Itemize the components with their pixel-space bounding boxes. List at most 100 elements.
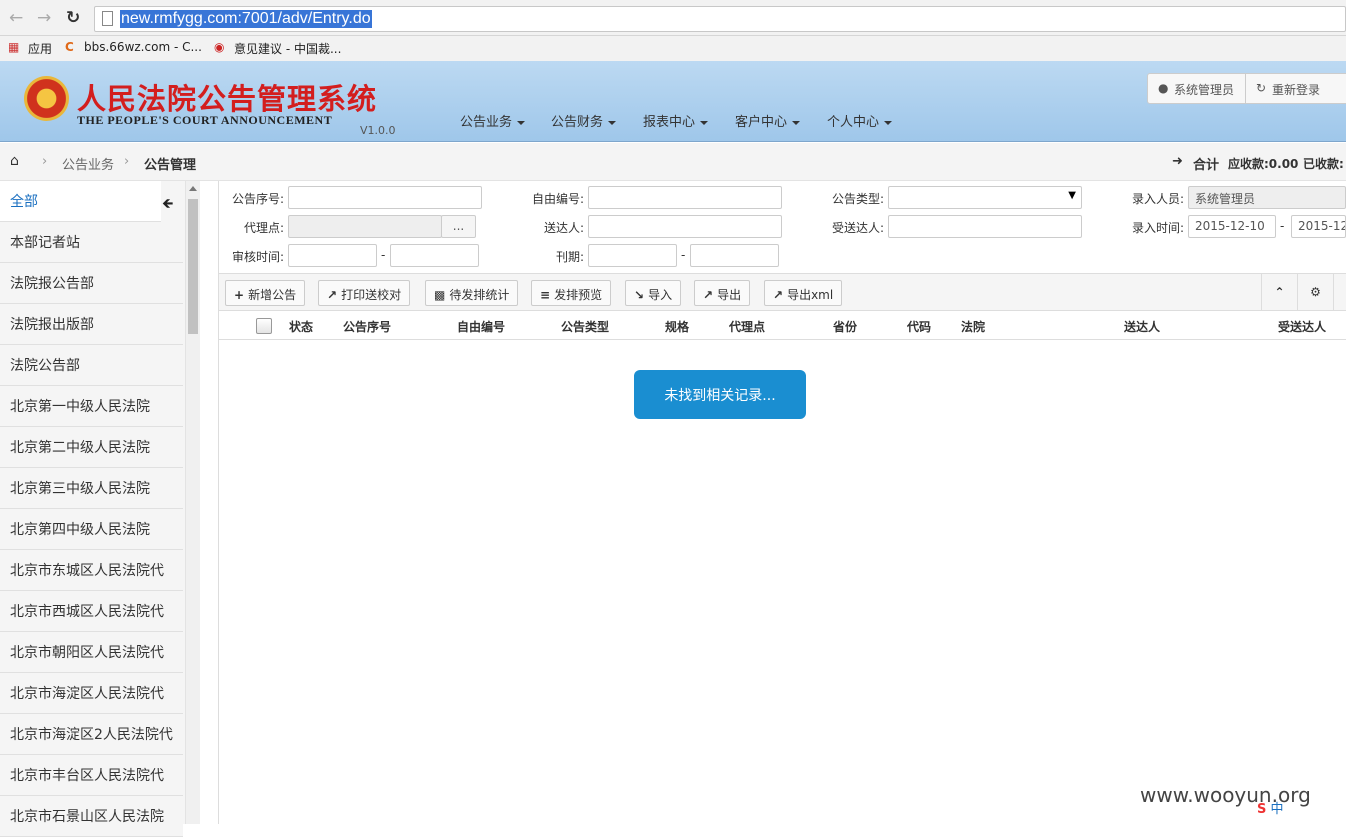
address-bar[interactable]: new.rmfygg.com:7001/adv/Entry.do [94,6,1346,32]
issue-from[interactable] [588,244,677,267]
user-button[interactable]: 系统管理员 [1174,81,1234,98]
arrow-right-icon: ➜ [1172,154,1183,169]
gear-icon[interactable]: ⚙ [1297,274,1333,311]
chevron-right-icon: › [42,154,48,169]
user-icon: ● [1158,81,1169,95]
sidebar-item[interactable]: 北京第四中级人民法院 [0,509,183,550]
entry-time-from[interactable]: 2015-12-10 [1188,215,1276,238]
import-button[interactable]: ↘ 导入 [625,280,682,306]
receiver-input[interactable] [888,215,1082,238]
divider [1245,74,1246,103]
col-spec[interactable]: 规格 [665,318,689,335]
url-text[interactable]: new.rmfygg.com:7001/adv/Entry.do [120,10,372,28]
agent-label: 代理点: [243,221,284,235]
ime-mode: 中 [1270,802,1284,817]
pending-stats-button[interactable]: ▩ 待发排统计 [425,280,519,306]
sidebar-item[interactable]: 北京第二中级人民法院 [0,427,183,468]
sidebar-item[interactable]: 法院公告部 [0,345,183,386]
collapse-sidebar-icon[interactable]: 🡸 [162,193,173,217]
menu-report-center[interactable]: 报表中心 [643,111,708,130]
entry-time-label: 录入时间: [1131,221,1184,235]
print-proof-button[interactable]: ↗ 打印送校对 [318,280,411,306]
menu-announcement-finance[interactable]: 公告财务 [551,111,616,130]
breadcrumb-business[interactable]: 公告业务 [62,154,114,173]
sender-input[interactable] [588,215,782,238]
sidebar-scrollbar[interactable] [185,181,200,824]
watermark: www.wooyun.org [1140,783,1311,807]
home-icon[interactable]: ⌂ [10,153,19,169]
summary-received: 已收款: [1303,157,1344,171]
bookmark-apps[interactable]: 应用 [28,40,52,57]
col-sender[interactable]: 送达人 [1124,318,1160,335]
sidebar-item[interactable]: 北京市朝阳区人民法院代 [0,632,183,673]
external-link-icon: ↗ [773,288,784,302]
sidebar-item[interactable]: 本部记者站 [0,222,183,263]
audit-time-to[interactable] [390,244,479,267]
select-all-checkbox[interactable] [256,318,272,334]
serial-label: 公告序号: [231,192,284,206]
import-label: 导入 [648,288,673,302]
col-status[interactable]: 状态 [289,318,313,335]
sogou-icon: S [1257,802,1267,817]
external-link-icon: ↗ [327,288,338,302]
sidebar-item[interactable]: 北京市石景山区人民法院 [0,796,183,837]
stats-icon: ▩ [434,288,446,302]
range-separator: - [381,248,386,262]
sender-label: 送达人: [543,221,584,235]
audit-time-from[interactable] [288,244,377,267]
sidebar-item[interactable]: 北京市海淀区人民法院代 [0,673,183,714]
export-button[interactable]: ↗ 导出 [694,280,751,306]
action-toolbar: + 新增公告 ↗ 打印送校对 ▩ 待发排统计 ≡ 发排预览 ↘ 导入 ↗ 导出 ↗ 导出xml… [219,273,1346,311]
export-xml-button[interactable]: ↗ 导出xml [764,280,843,306]
forward-icon[interactable]: → [37,8,51,28]
issue-label: 刊期: [555,250,584,264]
summary-receivable: 应收款:0.00 [1228,157,1299,171]
sidebar-item[interactable]: 北京第三中级人民法院 [0,468,183,509]
scrollbar-thumb[interactable] [188,199,198,334]
issue-to[interactable] [690,244,779,267]
sidebar-item[interactable]: 北京市东城区人民法院代 [0,550,183,591]
sidebar-item[interactable]: 法院报出版部 [0,304,183,345]
col-free-no[interactable]: 自由编号 [457,318,505,335]
menu-personal-center[interactable]: 个人中心 [827,111,892,130]
sidebar-item[interactable]: 北京市海淀区2人民法院代 [0,714,183,755]
col-type[interactable]: 公告类型 [561,318,609,335]
reload-icon[interactable]: ↻ [66,8,80,28]
sidebar-item[interactable]: 北京第一中级人民法院 [0,386,183,427]
entry-user-input[interactable]: 系统管理员 [1188,186,1346,209]
list-icon: ≡ [540,288,551,302]
chevron-up-icon[interactable]: ⌃ [1261,274,1297,311]
add-announcement-label: 新增公告 [248,288,297,302]
type-select[interactable]: ▼ [888,186,1082,209]
preview-button[interactable]: ≡ 发排预览 [531,280,612,306]
col-code[interactable]: 代码 [907,318,931,335]
scroll-up-icon[interactable] [189,186,197,191]
menu-announcement-business[interactable]: 公告业务 [460,111,525,130]
sidebar-item[interactable]: 北京市西城区人民法院代 [0,591,183,632]
bookmark-bbs[interactable]: bbs.66wz.com - C... [84,40,202,54]
serial-input[interactable] [288,186,482,209]
agent-input[interactable] [288,215,442,238]
back-icon[interactable]: ← [9,8,23,28]
col-agent[interactable]: 代理点 [729,318,765,335]
col-court[interactable]: 法院 [961,318,985,335]
menu-customer-center[interactable]: 客户中心 [735,111,800,130]
col-serial[interactable]: 公告序号 [343,318,391,335]
free-no-input[interactable] [588,186,782,209]
sidebar-item[interactable]: 北京市丰台区人民法院代 [0,755,183,796]
col-receiver[interactable]: 受送达人 [1278,318,1326,335]
bookmark-feedback[interactable]: 意见建议 - 中国裁... [234,40,341,57]
import-icon: ↘ [634,288,645,302]
sidebar-item[interactable]: 法院报公告部 [0,263,183,304]
breadcrumb: ⌂ › 公告业务 › 公告管理 ➜ 合计 应收款:0.00 已收款: [0,143,1346,181]
add-announcement-button[interactable]: + 新增公告 [225,280,306,306]
relogin-button[interactable]: 重新登录 [1272,81,1320,98]
type-label: 公告类型: [831,192,884,206]
ime-indicator: S 中 [1257,798,1284,817]
sidebar-item[interactable]: 全部 [0,181,161,222]
entry-time-to[interactable]: 2015-12- [1291,215,1346,238]
bookmarks-bar: ▦ 应用 C bbs.66wz.com - C... ◉ 意见建议 - 中国裁.… [0,36,1346,61]
print-proof-label: 打印送校对 [341,288,402,302]
col-province[interactable]: 省份 [833,318,857,335]
agent-picker-button[interactable]: ... [441,215,476,238]
